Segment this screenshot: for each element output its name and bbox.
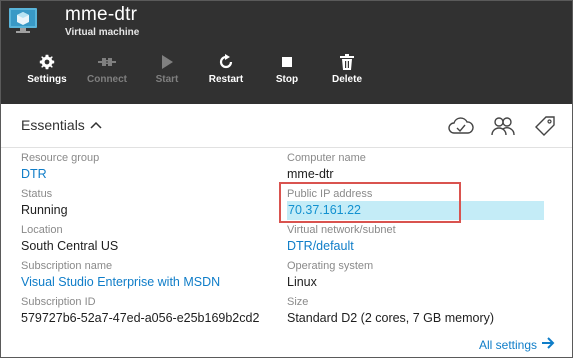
- resource-group-link[interactable]: DTR: [21, 165, 271, 184]
- all-settings-link[interactable]: All settings: [479, 337, 555, 352]
- prop-label: Computer name: [287, 152, 366, 164]
- settings-button[interactable]: Settings: [27, 52, 67, 92]
- subscription-name-link[interactable]: Visual Studio Enterprise with MSDN: [21, 273, 271, 292]
- tag-icon[interactable]: [530, 114, 560, 138]
- virtual-network-link[interactable]: DTR/default: [287, 237, 557, 256]
- prop-label: Location: [21, 224, 63, 236]
- stop-icon: [281, 52, 293, 72]
- prop-label: Subscription ID: [21, 296, 96, 308]
- users-icon[interactable]: [488, 114, 518, 138]
- prop-label: Resource group: [21, 152, 100, 164]
- chevron-up-icon[interactable]: [89, 118, 103, 130]
- prop-label: Size: [287, 296, 309, 308]
- restart-button[interactable]: Restart: [206, 52, 246, 92]
- plug-icon: [98, 52, 116, 72]
- start-button-label: Start: [155, 74, 179, 85]
- essentials-right-column: Computer name mme-dtr Public IP address …: [287, 151, 557, 331]
- restart-button-label: Restart: [208, 74, 244, 85]
- essentials-left-column: Resource group DTR Status Running Locati…: [21, 151, 271, 331]
- subscription-id-value: 579727b6-52a7-47ed-a056-e25b169b2cd2: [21, 311, 260, 325]
- connect-button[interactable]: Connect: [87, 52, 127, 92]
- gear-icon: [39, 52, 55, 72]
- prop-label: Status: [21, 188, 53, 200]
- prop-virtual-network: Virtual network/subnet DTR/default: [287, 223, 557, 259]
- vm-header: mme-dtr Virtual machine Settings Connect…: [1, 1, 572, 104]
- delete-button[interactable]: Delete: [327, 52, 367, 92]
- operating-system-value: Linux: [287, 275, 317, 289]
- settings-button-label: Settings: [27, 74, 67, 85]
- play-icon: [161, 52, 173, 72]
- command-toolbar: Settings Connect Start Restart Stop Dele…: [1, 52, 572, 92]
- status-value: Running: [21, 203, 68, 217]
- prop-subscription-id: Subscription ID 579727b6-52a7-47ed-a056-…: [21, 295, 271, 331]
- essentials-bar: Essentials: [1, 104, 572, 148]
- prop-operating-system: Operating system Linux: [287, 259, 557, 295]
- page-subtitle: Virtual machine: [65, 27, 140, 38]
- size-value: Standard D2 (2 cores, 7 GB memory): [287, 311, 495, 325]
- prop-subscription-name: Subscription name Visual Studio Enterpri…: [21, 259, 271, 295]
- prop-location: Location South Central US: [21, 223, 271, 259]
- delete-button-label: Delete: [331, 74, 362, 85]
- restart-icon: [218, 52, 234, 72]
- prop-resource-group: Resource group DTR: [21, 151, 271, 187]
- page-title: mme-dtr: [65, 4, 138, 25]
- stop-button[interactable]: Stop: [271, 52, 303, 92]
- arrow-right-icon: [541, 337, 555, 352]
- essentials-toggle[interactable]: Essentials: [21, 117, 85, 133]
- annotation-highlight-box: [279, 182, 461, 223]
- all-settings-label: All settings: [478, 337, 537, 352]
- trash-icon: [340, 52, 354, 72]
- connect-button-label: Connect: [87, 74, 127, 85]
- prop-label: Subscription name: [21, 260, 113, 272]
- prop-status: Status Running: [21, 187, 271, 223]
- prop-label: Operating system: [287, 260, 374, 272]
- prop-size: Size Standard D2 (2 cores, 7 GB memory): [287, 295, 557, 331]
- prop-label: Virtual network/subnet: [287, 224, 396, 236]
- virtual-machine-icon: [7, 4, 39, 36]
- stop-button-label: Stop: [275, 74, 299, 85]
- cloud-icon[interactable]: [446, 114, 476, 138]
- location-value: South Central US: [21, 239, 119, 253]
- start-button[interactable]: Start: [149, 52, 185, 92]
